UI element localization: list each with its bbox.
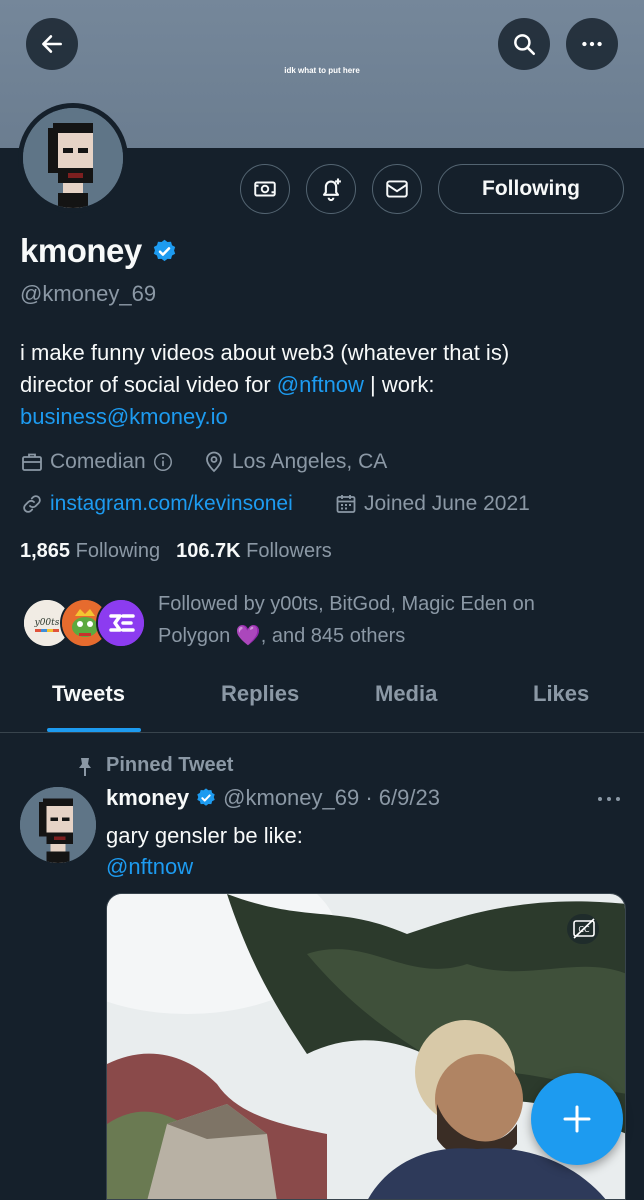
subscribe-money-icon bbox=[254, 181, 276, 197]
follow-stats: 1,865 Following 106.7K Followers bbox=[20, 540, 332, 563]
pixel-punk-avatar bbox=[23, 108, 123, 208]
link-icon bbox=[23, 495, 41, 513]
pinned-tweet-label: Pinned Tweet bbox=[106, 754, 234, 776]
tab-likes[interactable]: Likes bbox=[533, 681, 589, 707]
joined-label: Joined June 2021 bbox=[364, 492, 530, 515]
profile-joined: Joined June 2021 bbox=[334, 492, 530, 516]
following-stat[interactable]: 1,865 Following bbox=[20, 540, 160, 563]
display-name: kmoney bbox=[20, 232, 142, 269]
tweet-handle-date: @kmoney_69 · 6/9/23 bbox=[223, 785, 440, 810]
category-label: Comedian bbox=[50, 450, 146, 473]
tweet-mention-link[interactable]: @nftnow bbox=[106, 851, 303, 882]
closed-captions-icon[interactable]: CC bbox=[570, 916, 598, 942]
followed-by-line-1: Followed by y00ts, BitGod, Magic Eden on bbox=[158, 593, 535, 615]
tweet-more-icon[interactable] bbox=[596, 792, 622, 806]
profile-handle: @kmoney_69 bbox=[20, 281, 157, 306]
profile-website: instagram.com/kevinsonei bbox=[20, 492, 293, 516]
briefcase-icon bbox=[22, 453, 42, 471]
tab-tweets[interactable]: Tweets bbox=[52, 681, 125, 707]
tab-divider bbox=[0, 732, 644, 733]
tweet-header: kmoney @kmoney_69 · 6/9/23 bbox=[106, 785, 440, 811]
followed-by-text[interactable]: Followed by y00ts, BitGod, Magic Eden on… bbox=[158, 588, 618, 652]
followed-by-text-part: , and 845 others bbox=[260, 625, 406, 647]
bio-text: director of social video for bbox=[20, 372, 277, 397]
followed-by-line-2: Polygon 💜, and 845 others bbox=[158, 620, 618, 652]
banner-caption: idk what to put here bbox=[284, 66, 360, 75]
following-button[interactable]: Following bbox=[438, 164, 624, 214]
more-button[interactable] bbox=[566, 18, 618, 70]
tab-replies[interactable]: Replies bbox=[221, 681, 299, 707]
followers-count: 106.7K bbox=[176, 540, 241, 562]
envelope-icon bbox=[386, 180, 408, 198]
bio-mention-link[interactable]: @nftnow bbox=[277, 372, 364, 397]
arrow-left-icon bbox=[42, 35, 62, 53]
subscribe-button[interactable] bbox=[240, 164, 290, 214]
followers-stat[interactable]: 106.7K Followers bbox=[176, 540, 332, 563]
bio-line-2: director of social video for @nftnow | w… bbox=[20, 369, 620, 401]
follower-avatar-magic-eden[interactable] bbox=[96, 598, 146, 648]
bio-text: | work: bbox=[363, 372, 435, 397]
tweet-text-line: gary gensler be like: bbox=[106, 823, 303, 848]
calendar-icon bbox=[336, 495, 356, 513]
message-button[interactable] bbox=[372, 164, 422, 214]
pin-icon bbox=[79, 758, 91, 776]
following-count: 1,865 bbox=[20, 540, 71, 562]
search-icon bbox=[514, 34, 536, 56]
more-horizontal-icon bbox=[582, 41, 602, 47]
bell-plus-icon bbox=[322, 178, 341, 202]
profile-avatar[interactable] bbox=[18, 103, 128, 213]
info-icon[interactable] bbox=[152, 451, 174, 473]
followers-label: Followers bbox=[246, 540, 332, 562]
plus-icon bbox=[563, 1105, 591, 1133]
location-pin-icon bbox=[206, 451, 222, 473]
profile-bio: i make funny videos about web3 (whatever… bbox=[20, 337, 620, 433]
notifications-button[interactable] bbox=[306, 164, 356, 214]
profile-category: Comedian bbox=[20, 450, 174, 474]
back-button[interactable] bbox=[26, 18, 78, 70]
tab-media[interactable]: Media bbox=[375, 681, 437, 707]
search-button[interactable] bbox=[498, 18, 550, 70]
profile-location: Los Angeles, CA bbox=[202, 450, 387, 474]
tweet-author-name[interactable]: kmoney bbox=[106, 785, 189, 811]
verified-badge-icon bbox=[197, 788, 215, 806]
bio-email-link[interactable]: business@kmoney.io bbox=[20, 404, 228, 429]
compose-tweet-button[interactable] bbox=[531, 1073, 623, 1165]
display-name-row: kmoney bbox=[20, 232, 178, 270]
magic-eden-logo bbox=[98, 600, 144, 646]
website-link[interactable]: instagram.com/kevinsonei bbox=[50, 492, 293, 516]
bio-line-1: i make funny videos about web3 (whatever… bbox=[20, 340, 510, 365]
tweet-avatar[interactable] bbox=[20, 787, 96, 863]
tweet-text: gary gensler be like: @nftnow bbox=[106, 820, 303, 882]
followed-by-text-part: Polygon bbox=[158, 625, 236, 647]
svg-text:y00ts: y00ts bbox=[34, 618, 60, 628]
pixel-punk-avatar bbox=[20, 787, 96, 863]
following-label: Following bbox=[75, 540, 161, 562]
location-label: Los Angeles, CA bbox=[232, 450, 388, 473]
purple-heart-emoji: 💜 bbox=[235, 625, 261, 647]
verified-badge-icon[interactable] bbox=[151, 238, 178, 265]
